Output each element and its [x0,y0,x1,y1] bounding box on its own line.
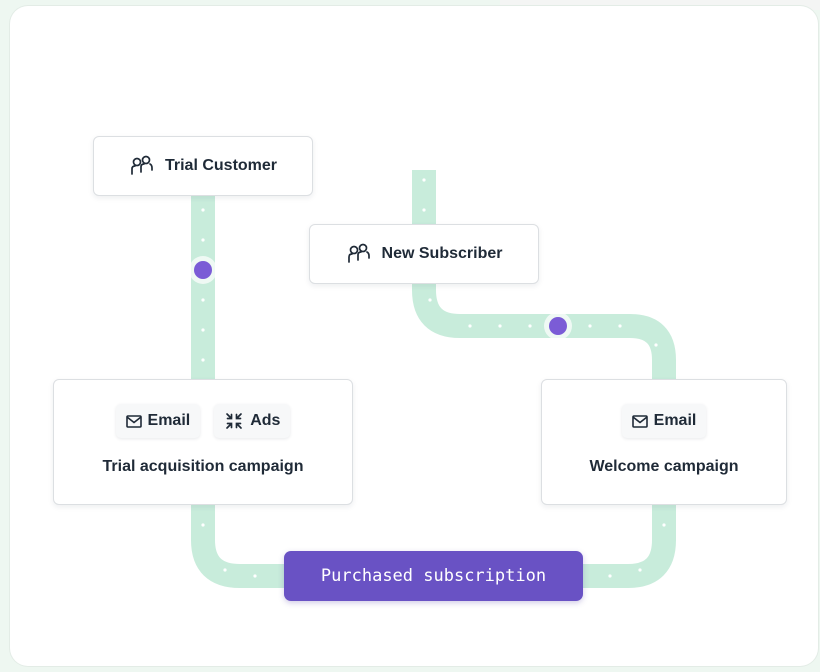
channel-list: Email Ads [54,404,352,438]
people-icon [129,155,155,177]
channel-label: Ads [250,412,281,429]
outcome-label: Purchased subscription [320,566,547,586]
node-trial-customer[interactable]: Trial Customer [93,136,313,196]
path-welcome-to-purchase [580,505,676,588]
campaign-title: Trial acquisition campaign [102,458,304,475]
channel-label: Email [147,412,191,429]
channel-label: Email [653,412,697,429]
channel-list: Email [542,404,786,438]
node-new-subscriber[interactable]: New Subscriber [309,224,539,284]
campaign-trial-acquisition[interactable]: Email Ads Trial acquisition campaign [53,379,353,505]
node-label: New Subscriber [381,245,503,262]
people-icon [346,243,372,265]
outcome-purchased-subscription[interactable]: Purchased subscription [284,551,583,601]
node-label: Trial Customer [164,157,278,174]
channel-chip-ads[interactable]: Ads [214,404,291,438]
ads-icon [226,413,243,429]
channel-chip-email[interactable]: Email [115,404,201,438]
progress-marker-welcome-core [549,317,567,335]
campaign-welcome[interactable]: Email Welcome campaign [541,379,787,505]
email-icon [631,414,648,428]
progress-marker-trial-core [194,261,212,279]
path-subscriber-to-welcome [412,283,676,380]
path-trial-to-purchase [191,505,290,588]
email-icon [125,414,142,428]
campaign-title: Welcome campaign [589,458,739,475]
channel-chip-email[interactable]: Email [621,404,707,438]
